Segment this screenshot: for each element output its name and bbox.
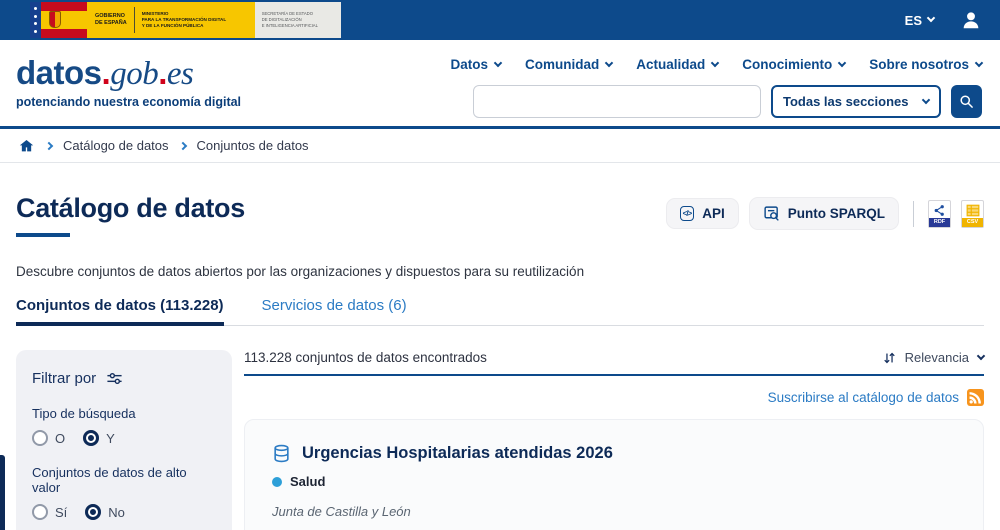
filter-sidebar: Filtrar por Tipo de búsqueda O Y Conjunt… (16, 350, 232, 530)
table-icon (966, 204, 979, 216)
user-icon[interactable] (960, 9, 982, 31)
section-select-value: Todas las secciones (783, 94, 909, 109)
sparql-button[interactable]: Punto SPARQL (748, 197, 899, 230)
results-panel: 113.228 conjuntos de datos encontrados R… (244, 350, 986, 530)
site-logo[interactable]: datos.gob.es potenciando nuestra economí… (16, 50, 241, 126)
rdf-download-icon[interactable]: RDF (928, 199, 951, 228)
chevron-down-icon (604, 58, 614, 67)
nav-item-datos[interactable]: Datos (450, 57, 503, 72)
high-value-label: Conjuntos de datos de alto valor (32, 465, 187, 495)
page-edge-tab[interactable] (0, 455, 5, 530)
chevron-down-icon (974, 58, 984, 67)
csv-download-icon[interactable]: CSV (961, 199, 984, 228)
radio-checked-icon[interactable] (83, 430, 100, 446)
site-header: datos.gob.es potenciando nuestra economí… (0, 40, 1000, 129)
chevron-down-icon (976, 351, 986, 360)
section-select[interactable]: Todas las secciones (771, 85, 941, 118)
logo-tagline: potenciando nuestra economía digital (16, 95, 242, 109)
results-count: 113.228 conjuntos de datos encontrados (244, 350, 487, 365)
logo-datos: datos (16, 54, 102, 91)
page-description: Descubre conjuntos de datos abiertos por… (16, 264, 585, 279)
nav-item-comunidad[interactable]: Comunidad (525, 57, 614, 72)
tabs: Conjuntos de datos (113.228) Servicios d… (16, 297, 984, 326)
breadcrumb-conjuntos[interactable]: Conjuntos de datos (197, 138, 309, 153)
nav-item-conocimiento[interactable]: Conocimiento (742, 57, 847, 72)
search-input[interactable] (473, 85, 761, 118)
eu-stars-stripe (30, 2, 41, 38)
radio-option-si[interactable]: Sí (32, 504, 67, 520)
government-topbar: GOBIERNO DE ESPAÑA MINISTERIO PARA LA TR… (0, 0, 1000, 40)
sort-selector[interactable]: Relevancia (883, 350, 986, 365)
dataset-title[interactable]: Urgencias Hospitalarias atendidas 2026 (302, 444, 613, 463)
api-button[interactable]: </> API (665, 198, 739, 229)
filter-title: Filtrar por (32, 370, 97, 387)
ministry-box: GOBIERNO DE ESPAÑA MINISTERIO PARA LA TR… (87, 2, 255, 38)
search-type-label: Tipo de búsqueda (32, 406, 136, 421)
sliders-filter-icon[interactable] (106, 371, 123, 386)
nav-item-sobre-nosotros[interactable]: Sobre nosotros (869, 57, 984, 72)
chevron-down-icon (837, 58, 847, 67)
dataset-publisher: Junta de Castilla y León (272, 504, 411, 519)
subscribe-link[interactable]: Suscribirse al catálogo de datos (768, 390, 959, 405)
government-logo[interactable]: GOBIERNO DE ESPAÑA MINISTERIO PARA LA TR… (30, 2, 341, 39)
chevron-down-icon (493, 58, 503, 67)
database-icon (274, 444, 289, 463)
title-underline (16, 233, 70, 237)
breadcrumb-separator-icon (44, 141, 54, 150)
radio-unchecked-icon[interactable] (32, 430, 48, 446)
search-button[interactable] (951, 85, 982, 118)
language-label: ES (904, 12, 922, 28)
rdf-label: RDF (929, 217, 950, 227)
spain-flag (41, 2, 87, 39)
main-content: Catálogo de datos </> API Punto SPARQL R… (0, 163, 1000, 530)
breadcrumb: Catálogo de datos Conjuntos de datos (0, 129, 1000, 163)
dataset-result-card[interactable]: Urgencias Hospitalarias atendidas 2026 S… (244, 419, 984, 530)
csv-label: CSV (962, 217, 983, 227)
coat-of-arms (49, 11, 61, 28)
home-icon[interactable] (18, 138, 35, 154)
search-icon (960, 95, 973, 108)
language-selector[interactable]: ES (904, 12, 936, 28)
ministerio-text: MINISTERIO PARA LA TRANSFORMACIÓN DIGITA… (141, 10, 227, 29)
chevron-down-icon (921, 95, 931, 104)
radio-option-o[interactable]: O (32, 430, 65, 446)
gobierno-text: GOBIERNO DE ESPAÑA (95, 12, 127, 26)
code-icon: </> (679, 206, 695, 221)
dataset-category: Salud (290, 474, 326, 489)
logo-gob: gob (110, 56, 159, 92)
tab-conjuntos-de-datos[interactable]: Conjuntos de datos (113.228) (16, 297, 224, 326)
logo-es: es (166, 56, 194, 92)
secretaria-text: SECRETARÍA DE ESTADO DE DIGITALIZACIÓN E… (261, 11, 318, 28)
chevron-down-icon (710, 58, 720, 67)
sort-label: Relevancia (904, 350, 969, 365)
logo-dot: . (101, 54, 111, 91)
chevron-down-icon (926, 13, 936, 23)
rss-icon[interactable] (967, 389, 984, 406)
breadcrumb-catalogo[interactable]: Catálogo de datos (63, 138, 169, 153)
radio-unchecked-icon[interactable] (32, 504, 48, 520)
sort-arrows-icon (883, 352, 895, 363)
radio-option-no[interactable]: No (85, 504, 125, 520)
nav-item-actualidad[interactable]: Actualidad (636, 57, 720, 72)
page-title: Catálogo de datos (16, 193, 245, 223)
tab-servicios-de-datos[interactable]: Servicios de datos (6) (262, 297, 407, 325)
divider (244, 374, 984, 376)
main-nav: Datos Comunidad Actualidad Conocimiento … (450, 57, 984, 72)
radio-option-y[interactable]: Y (83, 430, 115, 446)
logo-dot: . (158, 54, 167, 91)
document-search-icon (764, 206, 779, 221)
share-graph-icon (934, 204, 944, 216)
secretaria-box: SECRETARÍA DE ESTADO DE DIGITALIZACIÓN E… (254, 2, 341, 38)
radio-checked-icon[interactable] (85, 504, 102, 520)
breadcrumb-separator-icon (178, 141, 187, 150)
divider (913, 200, 914, 227)
category-dot-icon (272, 476, 282, 487)
